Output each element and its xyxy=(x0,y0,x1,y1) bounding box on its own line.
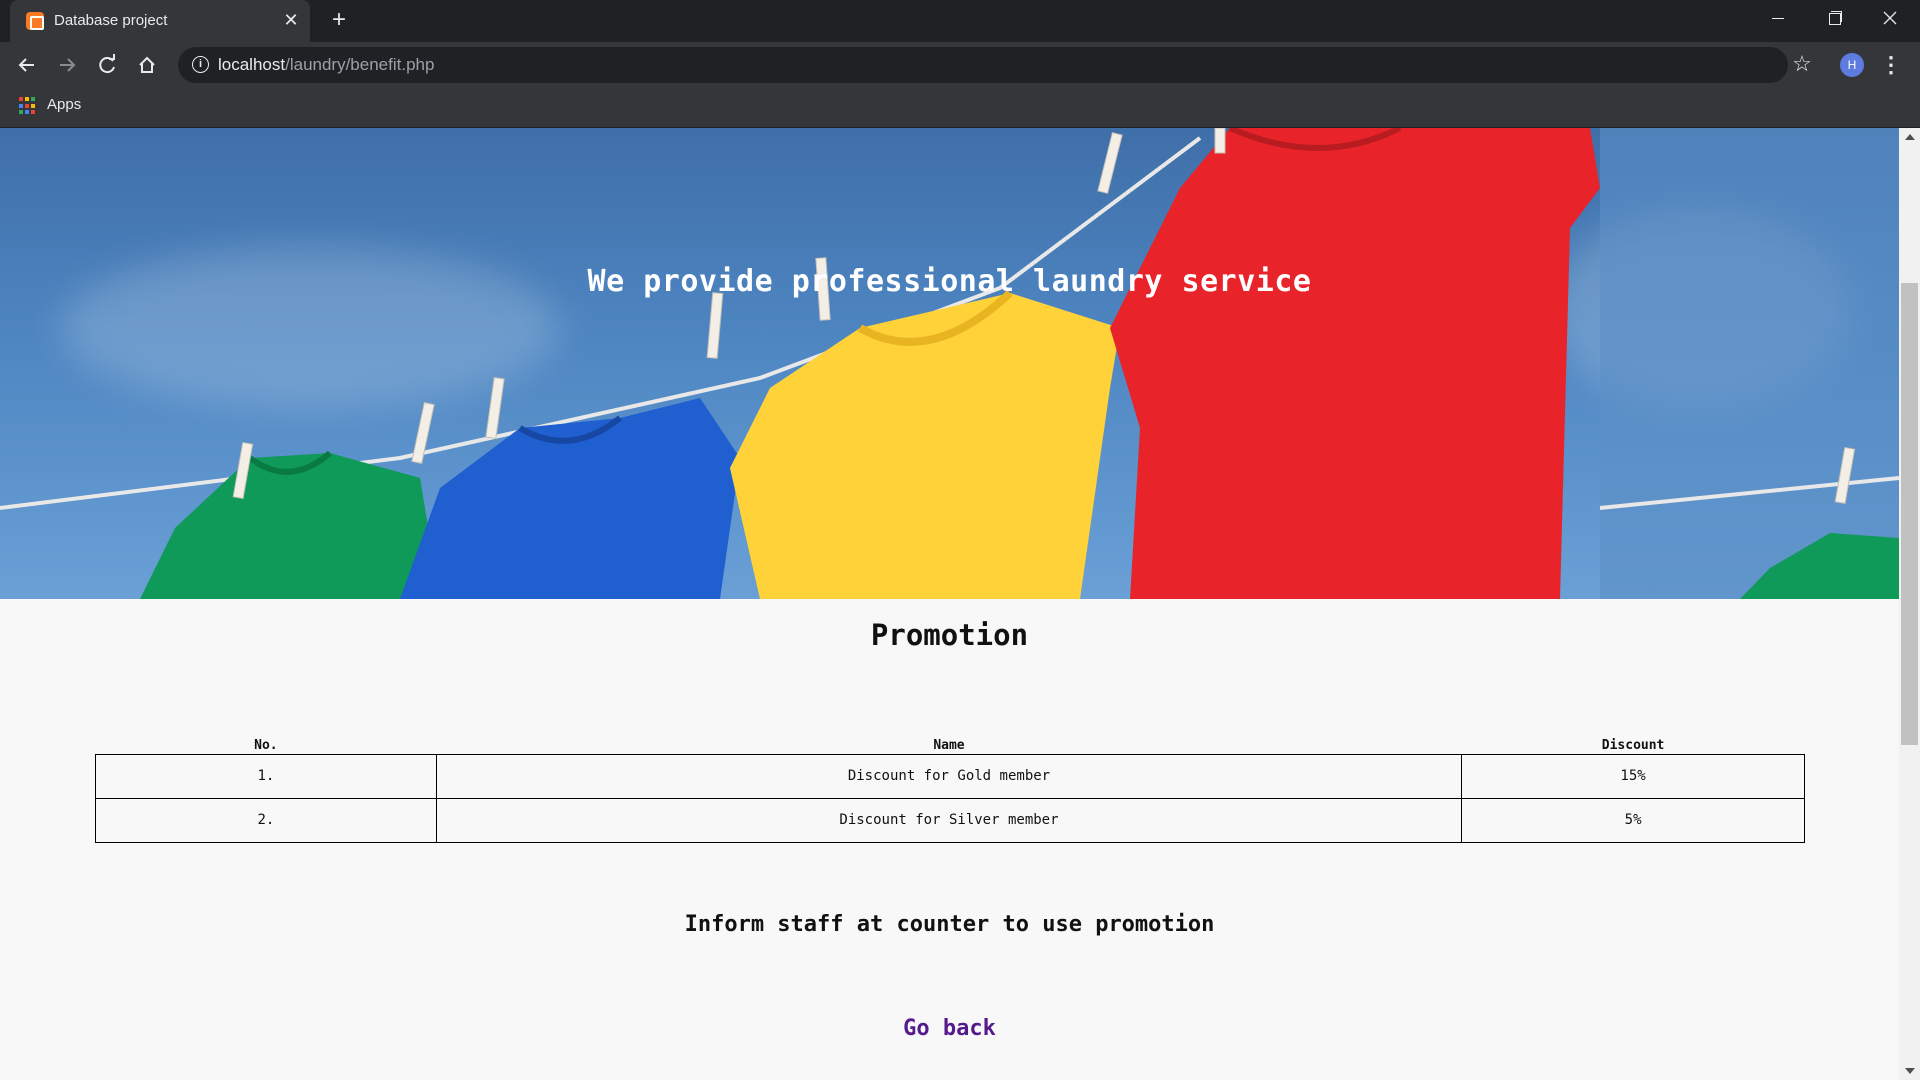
info-icon[interactable]: i xyxy=(192,56,209,73)
cell-no: 1. xyxy=(95,753,437,799)
address-bar[interactable]: i localhost/laundry/benefit.php xyxy=(178,47,1788,83)
new-tab-plus-icon[interactable]: + xyxy=(326,8,352,34)
apps-grid-icon[interactable] xyxy=(19,97,37,115)
close-window-button[interactable] xyxy=(1862,0,1918,36)
table-row: 2. Discount for Silver member 5% xyxy=(95,797,1805,843)
table-header-row: No. Name Discount xyxy=(96,732,1805,754)
cell-name: Discount for Gold member xyxy=(435,753,1463,799)
scroll-up-arrow-icon[interactable] xyxy=(1905,134,1915,140)
cell-discount: 15% xyxy=(1461,753,1805,799)
cell-no: 2. xyxy=(95,797,437,843)
menu-icon[interactable]: ⋮ xyxy=(1880,50,1902,80)
hero-banner: We provide professional laundry service xyxy=(0,128,1899,599)
column-header-name: Name xyxy=(933,737,965,753)
inform-staff-text: Inform staff at counter to use promotion xyxy=(684,912,1215,937)
browser-title-bar: Database project ✕ + xyxy=(0,0,1920,42)
home-icon[interactable] xyxy=(132,50,162,80)
url-text[interactable]: localhost/laundry/benefit.php xyxy=(218,55,434,75)
table-row: 1. Discount for Gold member 15% xyxy=(95,753,1805,799)
profile-avatar[interactable]: H xyxy=(1840,53,1864,77)
close-tab-icon[interactable]: ✕ xyxy=(280,9,302,31)
browser-toolbar: i localhost/laundry/benefit.php xyxy=(0,42,1920,88)
tab-title: Database project xyxy=(54,12,168,29)
back-arrow-icon[interactable] xyxy=(12,50,42,80)
bookmarks-bar xyxy=(0,88,1920,128)
column-header-discount: Discount xyxy=(1601,737,1665,753)
browser-tab[interactable]: Database project ✕ xyxy=(10,0,310,42)
page-viewport: We provide professional laundry service … xyxy=(0,128,1899,1080)
cell-name: Discount for Silver member xyxy=(435,797,1463,843)
laundry-clothesline-image xyxy=(0,128,1899,599)
hero-heading: We provide professional laundry service xyxy=(587,264,1312,299)
apps-bookmark-label[interactable]: Apps xyxy=(47,96,81,113)
vertical-scrollbar[interactable] xyxy=(1899,128,1920,1080)
promotion-table: No. Name Discount 1. Discount for Gold m… xyxy=(95,732,1805,843)
url-path: /laundry/benefit.php xyxy=(285,55,435,74)
column-header-no: No. xyxy=(254,737,278,753)
go-back-link[interactable]: Go back xyxy=(0,1016,1899,1041)
promotion-title: Promotion xyxy=(870,618,1029,652)
close-icon xyxy=(1883,11,1897,25)
bookmark-star-icon[interactable]: ☆ xyxy=(1787,49,1817,79)
minimize-window-button[interactable] xyxy=(1750,0,1806,36)
reload-icon[interactable] xyxy=(92,50,122,80)
forward-arrow-icon[interactable] xyxy=(52,50,82,80)
scrollbar-thumb[interactable] xyxy=(1901,283,1918,745)
favicon-icon xyxy=(26,12,44,30)
scroll-down-arrow-icon[interactable] xyxy=(1905,1068,1915,1074)
cell-discount: 5% xyxy=(1461,797,1805,843)
url-host: localhost xyxy=(218,55,286,74)
restore-window-button[interactable] xyxy=(1806,0,1862,36)
